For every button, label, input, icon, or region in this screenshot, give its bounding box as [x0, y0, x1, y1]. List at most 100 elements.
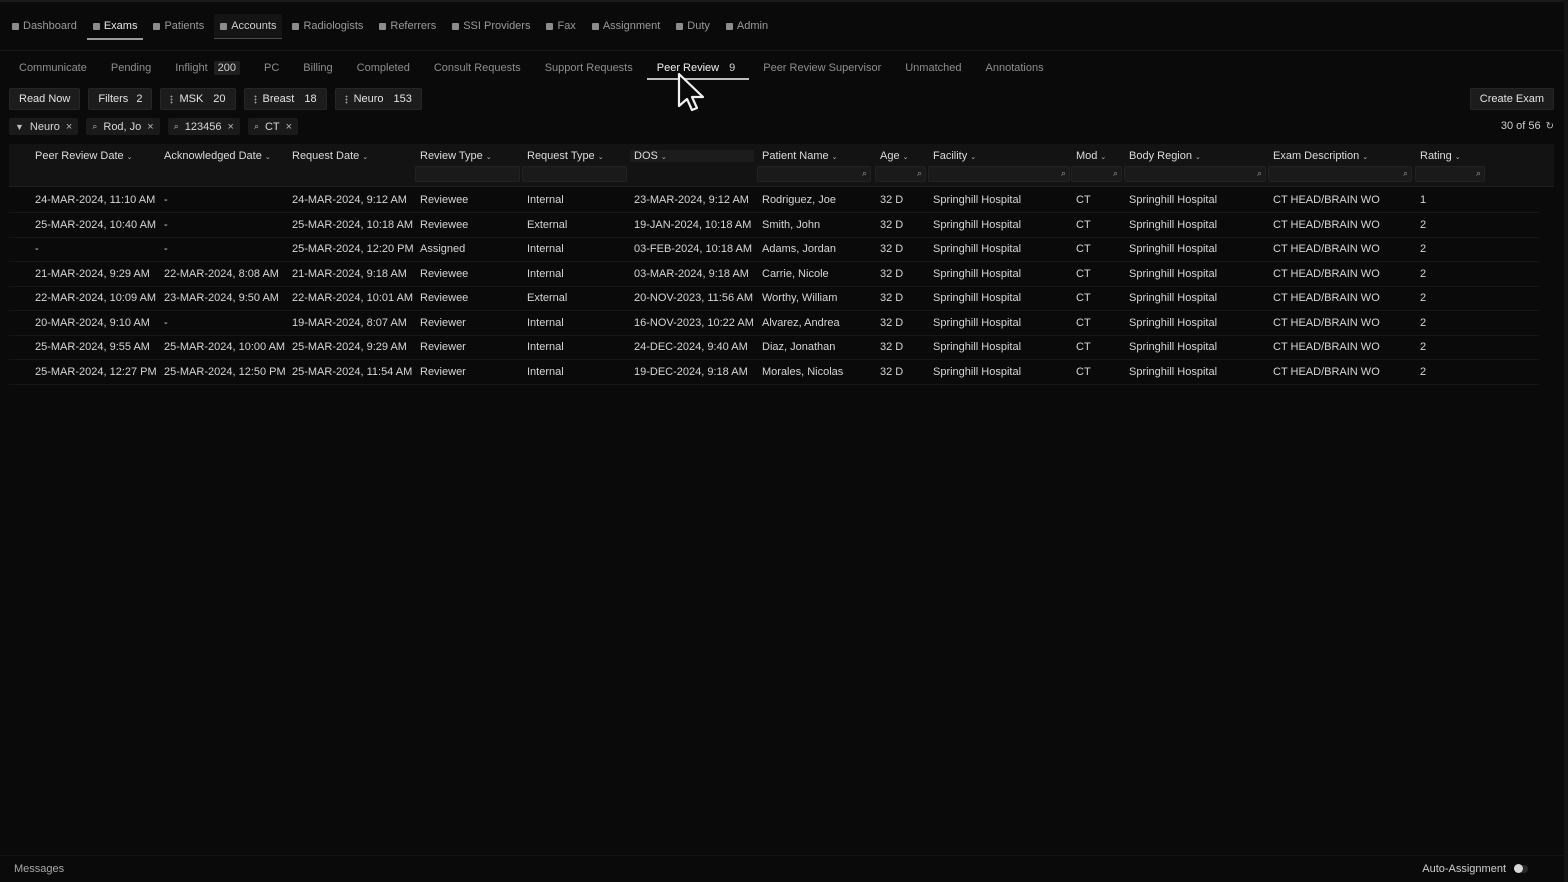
nav-item-exams[interactable]: Exams: [86, 14, 144, 40]
chevron-down-icon[interactable]: ⌄: [486, 154, 492, 161]
filters-button[interactable]: Filters 2: [88, 88, 153, 110]
column-header-acknowledged-date[interactable]: Acknowledged Date ⌄: [164, 150, 271, 162]
column-header-dos[interactable]: DOS ⌄: [630, 150, 754, 162]
column-header-label: Request Type: [527, 150, 595, 162]
table-row[interactable]: 20-MAR-2024, 9:10 AM - 19-MAR-2024, 8:07 A…: [9, 311, 1539, 336]
tab-label: Unmatched: [905, 62, 962, 74]
tab-pending[interactable]: Pending: [101, 58, 161, 78]
column-header-age[interactable]: Age ⌄: [880, 150, 908, 162]
tab-inflight[interactable]: Inflight 200: [165, 58, 250, 78]
table-cell-body-region: Springhill Hospital: [1129, 194, 1218, 206]
table-row[interactable]: 21-MAR-2024, 9:29 AM 22-MAR-2024, 8:08 AM…: [9, 262, 1539, 287]
table-row[interactable]: 25-MAR-2024, 10:40 AM - 25-MAR-2024, 10:18…: [9, 213, 1539, 238]
table-cell-age: 32 D: [880, 243, 904, 255]
column-filter-input[interactable]: ⌕: [1415, 166, 1485, 182]
chevron-down-icon[interactable]: ⌄: [1362, 154, 1368, 161]
close-icon[interactable]: ×: [228, 121, 234, 133]
table-cell-request-date: 19-MAR-2024, 8:07 AM: [292, 316, 407, 329]
chevron-down-icon[interactable]: ⌄: [1195, 154, 1201, 161]
chevron-down-icon[interactable]: ⌄: [970, 154, 976, 161]
table-cell-peer-review-date: 21-MAR-2024, 9:29 AM: [35, 267, 150, 280]
table-row[interactable]: 22-MAR-2024, 10:09 AM 23-MAR-2024, 9:50 A…: [9, 286, 1539, 311]
column-header-label: Request Date: [292, 150, 360, 162]
tab-completed[interactable]: Completed: [347, 58, 420, 78]
column-filter-input[interactable]: [415, 166, 520, 182]
nav-item-patients[interactable]: Patients: [147, 14, 210, 38]
tab-annotations[interactable]: Annotations: [976, 58, 1054, 78]
nav-item-dashboard[interactable]: Dashboard: [6, 14, 83, 38]
column-header-facility[interactable]: Facility ⌄: [933, 150, 976, 162]
close-icon[interactable]: ×: [147, 121, 153, 133]
column-filter-input[interactable]: [522, 166, 627, 182]
column-header-body-region[interactable]: Body Region ⌄: [1129, 150, 1201, 162]
auto-assignment-toggle[interactable]: [1514, 864, 1528, 873]
tab-unmatched[interactable]: Unmatched: [895, 58, 971, 78]
table-row[interactable]: 24-MAR-2024, 11:10 AM - 24-MAR-2024, 9:12 …: [9, 188, 1539, 213]
create-exam-button[interactable]: Create Exam: [1469, 88, 1554, 110]
group-count: 20: [213, 93, 226, 105]
nav-item-assignment[interactable]: Assignment: [586, 14, 666, 38]
tab-label: Peer Review Supervisor: [763, 62, 882, 74]
drag-handle-icon[interactable]: [170, 94, 174, 104]
group-button-neuro[interactable]: Neuro 153: [334, 88, 422, 110]
nav-item-duty[interactable]: Duty: [670, 14, 716, 38]
column-header-patient-name[interactable]: Patient Name ⌄: [762, 150, 838, 162]
chevron-down-icon[interactable]: ⌄: [598, 154, 604, 161]
table-cell-facility: Springhill Hospital: [933, 218, 1022, 231]
column-filter-input[interactable]: ⌕: [757, 166, 871, 182]
close-icon[interactable]: ×: [286, 121, 292, 133]
column-filter-input[interactable]: ⌕: [1124, 166, 1266, 182]
drag-handle-icon[interactable]: [344, 94, 348, 104]
nav-item-ssi-providers[interactable]: SSI Providers: [446, 14, 536, 38]
table-cell-review-type: Reviewee: [420, 218, 469, 231]
table-cell-dos: 23-MAR-2024, 9:12 AM: [634, 194, 749, 206]
column-header-request-date[interactable]: Request Date ⌄: [292, 150, 368, 162]
chevron-down-icon[interactable]: ⌄: [661, 154, 667, 161]
group-button-breast[interactable]: Breast 18: [243, 88, 327, 110]
refresh-icon[interactable]: ↻: [1546, 121, 1554, 132]
nav-item-label: Assignment: [602, 20, 661, 32]
column-header-request-type[interactable]: Request Type ⌄: [527, 150, 604, 162]
table-row[interactable]: - - 25-MAR-2024, 12:20 PM Assigned Internal 0…: [9, 237, 1539, 262]
column-header-rating[interactable]: Rating ⌄: [1420, 150, 1461, 162]
table-row[interactable]: 25-MAR-2024, 12:27 PM 25-MAR-2024, 12:50 …: [9, 360, 1539, 385]
chevron-down-icon[interactable]: ⌄: [903, 154, 909, 161]
scrollbar-track[interactable]: [1564, 0, 1568, 882]
chevron-down-icon[interactable]: ⌄: [265, 154, 271, 161]
nav-item-fax[interactable]: Fax: [540, 14, 581, 38]
tab-billing[interactable]: Billing: [293, 58, 342, 78]
tab-label: Inflight: [175, 62, 208, 74]
column-filter-input[interactable]: ⌕: [1268, 166, 1412, 182]
chevron-down-icon[interactable]: ⌄: [832, 154, 838, 161]
table-cell-request-date: 25-MAR-2024, 11:54 AM: [292, 365, 413, 378]
group-button-msk[interactable]: MSK 20: [160, 88, 236, 110]
column-header-exam-description[interactable]: Exam Description ⌄: [1273, 150, 1368, 162]
nav-item-referrers[interactable]: Referrers: [373, 14, 442, 38]
nav-item-accounts[interactable]: Accounts: [214, 14, 283, 39]
close-icon[interactable]: ×: [66, 121, 72, 133]
table-row[interactable]: 25-MAR-2024, 9:55 AM 25-MAR-2024, 10:00 A…: [9, 335, 1539, 360]
chevron-down-icon[interactable]: ⌄: [1455, 154, 1461, 161]
column-header-mod[interactable]: Mod ⌄: [1076, 150, 1106, 162]
chevron-down-icon[interactable]: ⌄: [127, 154, 133, 161]
fax-icon: [546, 22, 554, 30]
column-header-peer-review-date[interactable]: Peer Review Date ⌄: [35, 150, 133, 162]
nav-item-radiologists[interactable]: Radiologists: [286, 14, 369, 38]
messages-link[interactable]: Messages: [14, 863, 64, 875]
tab-pc[interactable]: PC: [254, 58, 289, 78]
column-header-review-type[interactable]: Review Type ⌄: [420, 150, 492, 162]
tab-communicate[interactable]: Communicate: [9, 58, 97, 78]
nav-item-admin[interactable]: Admin: [720, 14, 774, 38]
tab-support-requests[interactable]: Support Requests: [535, 58, 643, 78]
column-filter-input[interactable]: ⌕: [1071, 166, 1122, 182]
table-cell-dos: 19-JAN-2024, 10:18 AM: [634, 218, 752, 231]
column-filter-input[interactable]: ⌕: [875, 166, 926, 182]
drag-handle-icon[interactable]: [253, 94, 257, 104]
column-filter-input[interactable]: ⌕: [928, 166, 1070, 182]
auto-assignment: Auto-Assignment: [1422, 863, 1528, 875]
tab-consult-requests[interactable]: Consult Requests: [424, 58, 531, 78]
tab-peer-review-supervisor[interactable]: Peer Review Supervisor: [753, 58, 891, 78]
read-now-button[interactable]: Read Now: [9, 88, 81, 110]
chevron-down-icon[interactable]: ⌄: [1100, 154, 1106, 161]
chevron-down-icon[interactable]: ⌄: [362, 154, 368, 161]
